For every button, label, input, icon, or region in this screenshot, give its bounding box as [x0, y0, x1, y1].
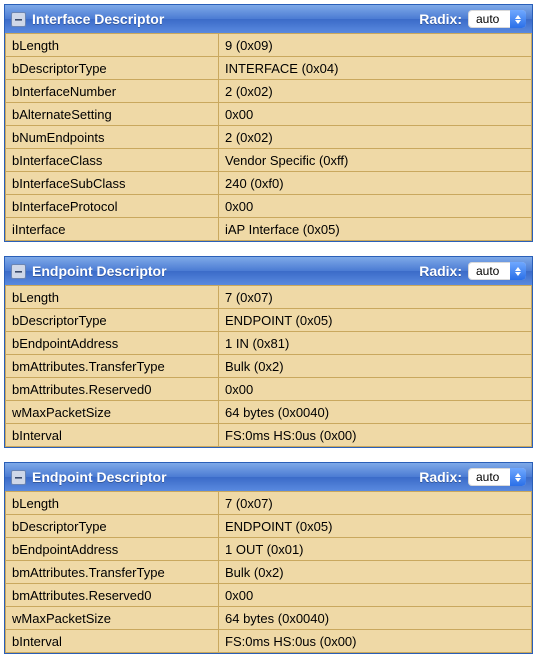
field-name: bInterval	[6, 630, 219, 653]
radix-value: auto	[468, 12, 510, 26]
panel-header: Endpoint DescriptorRadix: auto	[5, 257, 532, 285]
field-name: bDescriptorType	[6, 515, 219, 538]
table-row[interactable]: bLength7 (0x07)	[6, 492, 532, 515]
table-row[interactable]: bEndpointAddress1 OUT (0x01)	[6, 538, 532, 561]
table-row[interactable]: bIntervalFS:0ms HS:0us (0x00)	[6, 424, 532, 447]
field-value: 1 IN (0x81)	[219, 332, 532, 355]
field-name: bAlternateSetting	[6, 103, 219, 126]
dropdown-arrows-icon	[510, 10, 526, 28]
field-value: Bulk (0x2)	[219, 355, 532, 378]
descriptor-panel: Interface DescriptorRadix: auto bLength9 (…	[4, 4, 533, 242]
field-name: bInterfaceProtocol	[6, 195, 219, 218]
panel-header: Interface DescriptorRadix: auto	[5, 5, 532, 33]
panel-title: Interface Descriptor	[32, 11, 419, 27]
field-value: 7 (0x07)	[219, 286, 532, 309]
field-value: 64 bytes (0x0040)	[219, 607, 532, 630]
table-row[interactable]: bLength7 (0x07)	[6, 286, 532, 309]
table-row[interactable]: bDescriptorTypeINTERFACE (0x04)	[6, 57, 532, 80]
field-value: Bulk (0x2)	[219, 561, 532, 584]
table-row[interactable]: bEndpointAddress1 IN (0x81)	[6, 332, 532, 355]
field-value: 9 (0x09)	[219, 34, 532, 57]
radix-select[interactable]: auto	[468, 468, 526, 486]
table-row[interactable]: wMaxPacketSize64 bytes (0x0040)	[6, 607, 532, 630]
table-row[interactable]: bmAttributes.Reserved00x00	[6, 378, 532, 401]
radix-select[interactable]: auto	[468, 10, 526, 28]
fields-table: bLength9 (0x09)bDescriptorTypeINTERFACE …	[5, 33, 532, 241]
field-name: bEndpointAddress	[6, 538, 219, 561]
table-row[interactable]: wMaxPacketSize64 bytes (0x0040)	[6, 401, 532, 424]
radix-value: auto	[468, 470, 510, 484]
field-name: bLength	[6, 492, 219, 515]
table-row[interactable]: bNumEndpoints2 (0x02)	[6, 126, 532, 149]
field-name: bEndpointAddress	[6, 332, 219, 355]
field-value: ENDPOINT (0x05)	[219, 515, 532, 538]
field-value: 0x00	[219, 195, 532, 218]
radix-value: auto	[468, 264, 510, 278]
field-name: bInterfaceSubClass	[6, 172, 219, 195]
field-value: FS:0ms HS:0us (0x00)	[219, 630, 532, 653]
table-row[interactable]: bmAttributes.TransferTypeBulk (0x2)	[6, 355, 532, 378]
field-value: FS:0ms HS:0us (0x00)	[219, 424, 532, 447]
field-name: bmAttributes.TransferType	[6, 355, 219, 378]
table-row[interactable]: bmAttributes.TransferTypeBulk (0x2)	[6, 561, 532, 584]
radix-label: Radix:	[419, 469, 462, 485]
table-row[interactable]: bIntervalFS:0ms HS:0us (0x00)	[6, 630, 532, 653]
field-value: 0x00	[219, 584, 532, 607]
field-name: iInterface	[6, 218, 219, 241]
panel-header: Endpoint DescriptorRadix: auto	[5, 463, 532, 491]
table-row[interactable]: bInterfaceClassVendor Specific (0xff)	[6, 149, 532, 172]
field-name: wMaxPacketSize	[6, 401, 219, 424]
field-value: 2 (0x02)	[219, 126, 532, 149]
dropdown-arrows-icon	[510, 468, 526, 486]
field-value: 0x00	[219, 378, 532, 401]
field-value: 64 bytes (0x0040)	[219, 401, 532, 424]
field-name: bDescriptorType	[6, 309, 219, 332]
field-value: ENDPOINT (0x05)	[219, 309, 532, 332]
table-row[interactable]: bInterfaceSubClass240 (0xf0)	[6, 172, 532, 195]
table-row[interactable]: bLength9 (0x09)	[6, 34, 532, 57]
disclosure-toggle[interactable]	[11, 12, 26, 27]
field-name: bNumEndpoints	[6, 126, 219, 149]
field-value: 0x00	[219, 103, 532, 126]
field-value: Vendor Specific (0xff)	[219, 149, 532, 172]
field-value: iAP Interface (0x05)	[219, 218, 532, 241]
table-row[interactable]: bDescriptorTypeENDPOINT (0x05)	[6, 309, 532, 332]
radix-label: Radix:	[419, 263, 462, 279]
dropdown-arrows-icon	[510, 262, 526, 280]
table-row[interactable]: iInterfaceiAP Interface (0x05)	[6, 218, 532, 241]
table-row[interactable]: bAlternateSetting0x00	[6, 103, 532, 126]
field-name: bInterval	[6, 424, 219, 447]
field-value: 1 OUT (0x01)	[219, 538, 532, 561]
descriptor-panel: Endpoint DescriptorRadix: auto bLength7 (0…	[4, 462, 533, 654]
field-name: bInterfaceNumber	[6, 80, 219, 103]
field-name: bmAttributes.Reserved0	[6, 584, 219, 607]
field-name: bDescriptorType	[6, 57, 219, 80]
field-value: INTERFACE (0x04)	[219, 57, 532, 80]
radix-select[interactable]: auto	[468, 262, 526, 280]
table-row[interactable]: bInterfaceNumber2 (0x02)	[6, 80, 532, 103]
descriptor-panel: Endpoint DescriptorRadix: auto bLength7 (0…	[4, 256, 533, 448]
field-value: 240 (0xf0)	[219, 172, 532, 195]
field-name: wMaxPacketSize	[6, 607, 219, 630]
panel-title: Endpoint Descriptor	[32, 469, 419, 485]
field-name: bLength	[6, 286, 219, 309]
panel-title: Endpoint Descriptor	[32, 263, 419, 279]
field-value: 2 (0x02)	[219, 80, 532, 103]
field-value: 7 (0x07)	[219, 492, 532, 515]
table-row[interactable]: bmAttributes.Reserved00x00	[6, 584, 532, 607]
field-name: bmAttributes.Reserved0	[6, 378, 219, 401]
field-name: bmAttributes.TransferType	[6, 561, 219, 584]
radix-label: Radix:	[419, 11, 462, 27]
fields-table: bLength7 (0x07)bDescriptorTypeENDPOINT (…	[5, 285, 532, 447]
fields-table: bLength7 (0x07)bDescriptorTypeENDPOINT (…	[5, 491, 532, 653]
disclosure-toggle[interactable]	[11, 470, 26, 485]
field-name: bLength	[6, 34, 219, 57]
field-name: bInterfaceClass	[6, 149, 219, 172]
disclosure-toggle[interactable]	[11, 264, 26, 279]
table-row[interactable]: bInterfaceProtocol0x00	[6, 195, 532, 218]
table-row[interactable]: bDescriptorTypeENDPOINT (0x05)	[6, 515, 532, 538]
